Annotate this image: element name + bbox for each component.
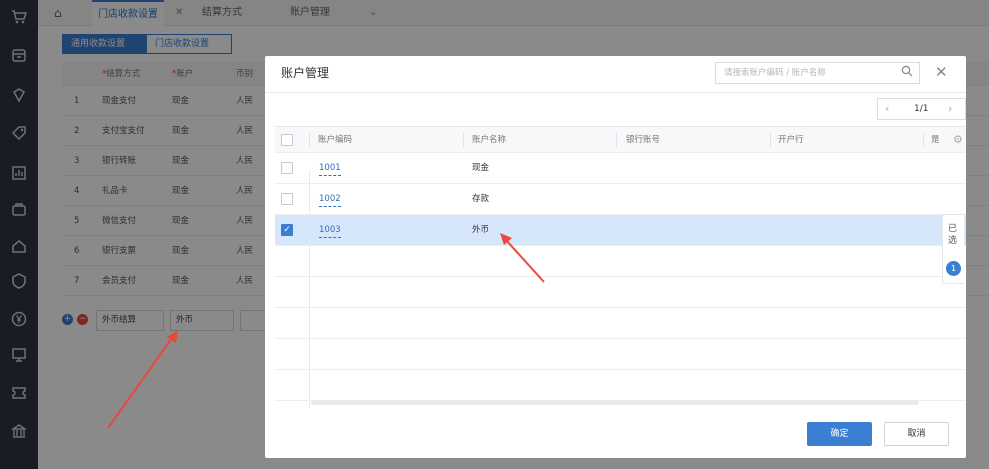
annotation-arrows [107,233,545,429]
arrow-to-row [505,239,545,283]
arrow-to-input [107,337,173,429]
